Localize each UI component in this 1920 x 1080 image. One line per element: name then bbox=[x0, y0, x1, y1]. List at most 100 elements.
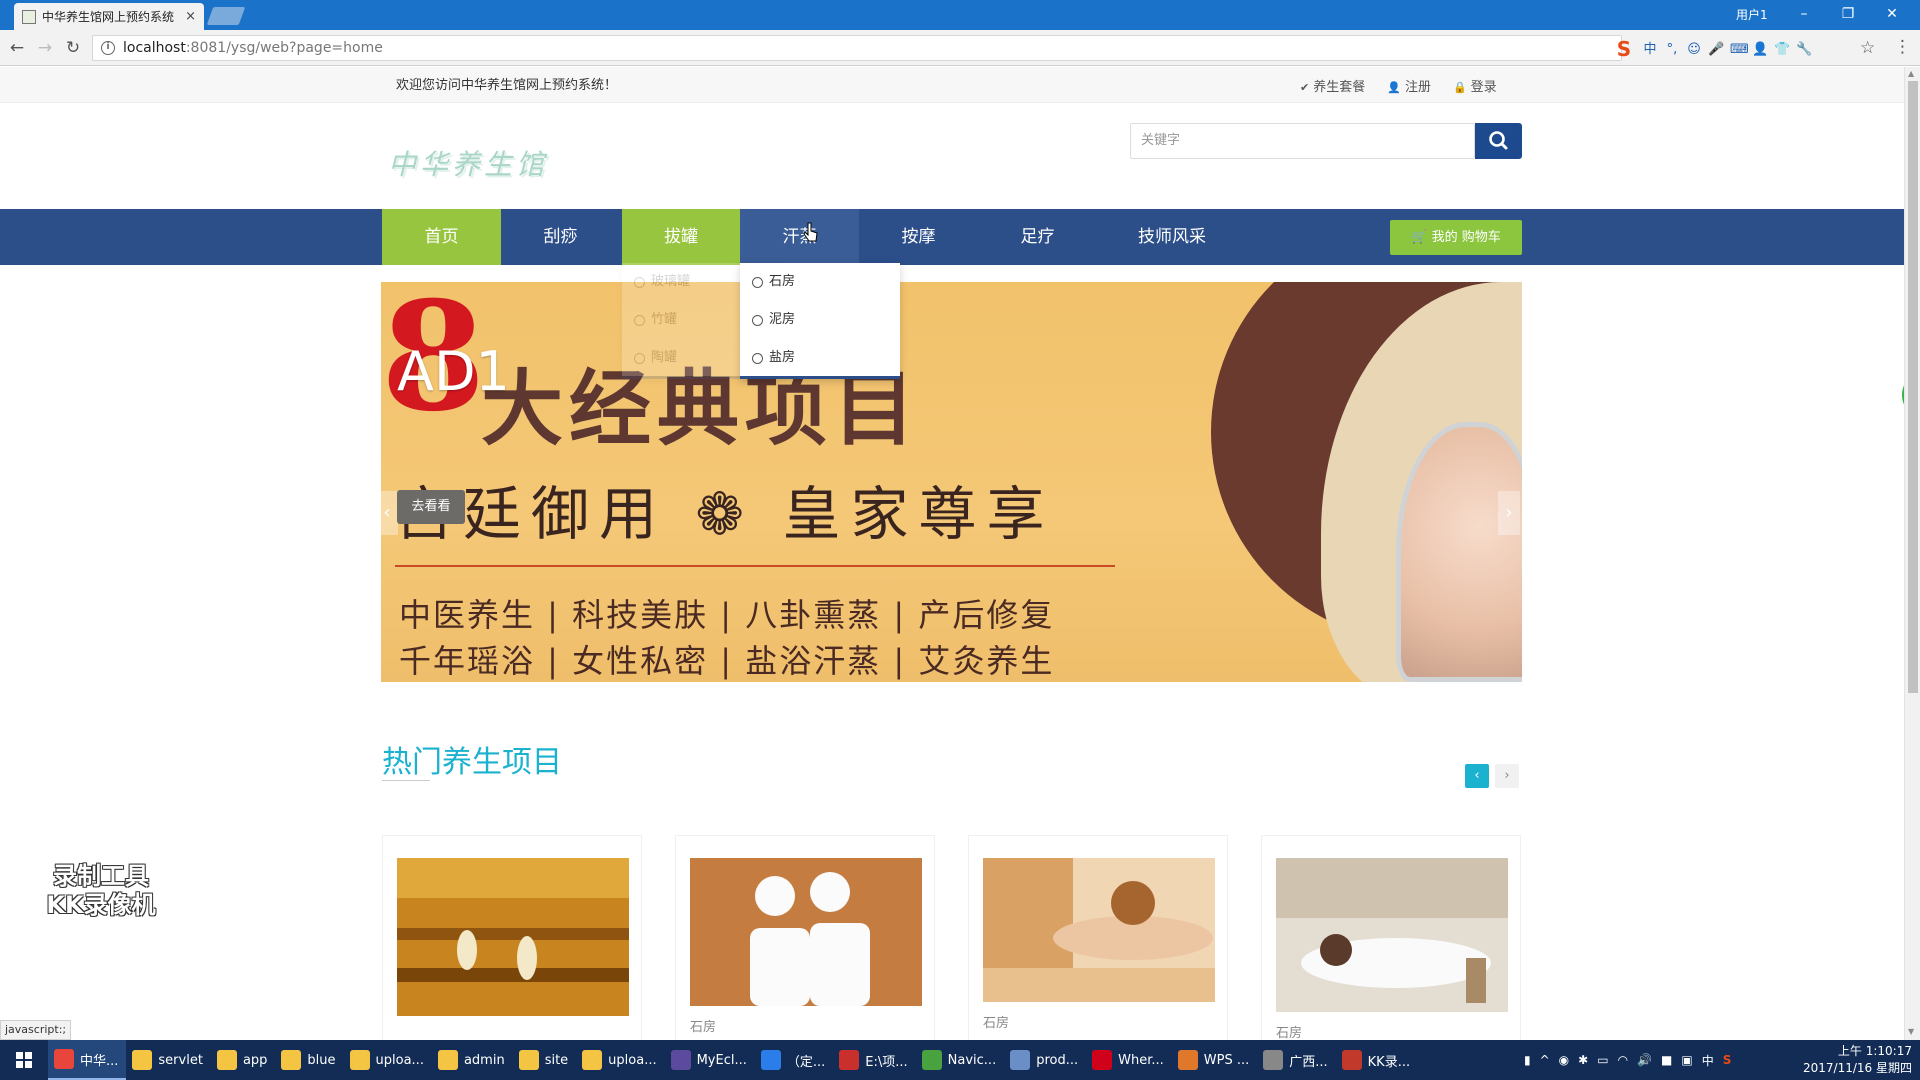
battery-icon[interactable]: ▮ bbox=[1524, 1053, 1531, 1067]
dropdown-item-mud-room[interactable]: 泥房 bbox=[740, 301, 900, 339]
cart-icon: 🛒 bbox=[1411, 230, 1432, 245]
ime-emoji-icon[interactable]: ☺ bbox=[1686, 42, 1702, 58]
taskbar-app[interactable]: admin bbox=[432, 1040, 513, 1080]
taskbar-app-label: uploa... bbox=[375, 1052, 424, 1068]
security-icon[interactable]: ◉ bbox=[1559, 1053, 1569, 1067]
link-register[interactable]: 👤 注册 bbox=[1387, 76, 1431, 95]
power-icon[interactable]: ▭ bbox=[1597, 1053, 1608, 1067]
url-input[interactable]: i localhost:8081/ysg/web?page=home bbox=[92, 35, 1622, 61]
kk-icon bbox=[1341, 1050, 1362, 1070]
carousel-next-button[interactable]: › bbox=[1495, 764, 1519, 788]
start-button[interactable] bbox=[0, 1040, 48, 1080]
hero-banner[interactable]: 8 大经典项目 AD1 宫廷御用 ❁ 皇家尊享 中医养生 | 科技美肤 | 八卦… bbox=[381, 282, 1522, 682]
bookmark-star-icon[interactable]: ☆ bbox=[1860, 38, 1875, 58]
taskbar-app[interactable]: site bbox=[513, 1040, 576, 1080]
nav-guasha[interactable]: 刮痧 bbox=[501, 209, 620, 265]
folder-icon bbox=[518, 1050, 539, 1070]
browser-tab[interactable]: 中华养生馆网上预约系统 × bbox=[14, 3, 204, 30]
minimize-button[interactable]: – bbox=[1784, 3, 1824, 25]
taskbar-app[interactable]: E:\项... bbox=[833, 1040, 915, 1080]
search-button[interactable] bbox=[1475, 123, 1522, 159]
close-tab-icon[interactable]: × bbox=[185, 9, 196, 24]
tab-title: 中华养生馆网上预约系统 bbox=[42, 10, 175, 24]
banner-prev-arrow[interactable]: ‹ bbox=[376, 491, 398, 535]
nav-massage[interactable]: 按摩 bbox=[859, 209, 978, 265]
banner-next-arrow[interactable]: › bbox=[1498, 491, 1520, 535]
reload-icon[interactable]: ↻ bbox=[62, 37, 84, 59]
new-tab-button[interactable] bbox=[206, 7, 246, 25]
taskbar-app[interactable]: Wher... bbox=[1086, 1040, 1172, 1080]
project-card[interactable]: 石房 bbox=[1261, 835, 1521, 1040]
sogou-tray-icon[interactable]: S bbox=[1723, 1053, 1732, 1067]
forward-arrow-icon[interactable]: → bbox=[34, 37, 56, 59]
taskbar-app[interactable]: （定... bbox=[755, 1040, 833, 1080]
project-card[interactable]: 石房 bbox=[675, 835, 935, 1040]
taskbar-app[interactable]: app bbox=[211, 1040, 275, 1080]
scroll-thumb[interactable] bbox=[1908, 81, 1918, 693]
volume-icon[interactable]: 🔊 bbox=[1637, 1053, 1652, 1067]
taskbar-app-label: site bbox=[544, 1052, 569, 1068]
windows-logo-icon bbox=[16, 1052, 32, 1068]
taskbar-app[interactable]: uploa... bbox=[576, 1040, 664, 1080]
dropdown-item-salt-room[interactable]: 盐房 bbox=[740, 339, 900, 377]
nav-technicians[interactable]: 技师风采 bbox=[1097, 209, 1247, 265]
nav-foot-therapy[interactable]: 足疗 bbox=[978, 209, 1097, 265]
ime-tools-icon[interactable]: 🔧 bbox=[1796, 42, 1812, 58]
taskbar-app-label: servlet bbox=[158, 1052, 203, 1068]
ime-user-icon[interactable]: 👤 bbox=[1752, 42, 1768, 58]
ime-punct-icon[interactable]: °, bbox=[1664, 42, 1680, 58]
app-tray-icon[interactable]: ■ bbox=[1661, 1053, 1672, 1067]
search-input[interactable]: 关键字 bbox=[1130, 123, 1475, 159]
link-login-label: 登录 bbox=[1470, 80, 1497, 95]
taskbar-app[interactable]: prod... bbox=[1004, 1040, 1086, 1080]
ime-voice-icon[interactable]: 🎤 bbox=[1708, 42, 1724, 58]
dropdown-item-label: 竹罐 bbox=[651, 312, 678, 327]
watermark-line: 录制工具 bbox=[53, 862, 149, 890]
browser-menu-icon[interactable]: ⋮ bbox=[1894, 37, 1911, 57]
banner-services-row: 千年瑶浴 | 女性私密 | 盐浴汗蒸 | 艾灸养生 bbox=[399, 642, 1055, 680]
system-clock[interactable]: 上午 1:10:17 2017/11/16 星期四 bbox=[1800, 1043, 1912, 1077]
restore-button[interactable]: ❐ bbox=[1828, 3, 1868, 25]
wps-writer-icon bbox=[760, 1050, 781, 1070]
taskbar-app[interactable]: servlet bbox=[126, 1040, 211, 1080]
carousel-prev-button[interactable]: ‹ bbox=[1465, 764, 1489, 788]
taskbar-app-label: admin bbox=[463, 1052, 505, 1068]
scroll-down-icon[interactable]: ▼ bbox=[1908, 1027, 1914, 1036]
nav-cupping[interactable]: 拔罐 bbox=[622, 209, 740, 265]
banner-go-button[interactable]: 去看看 bbox=[397, 490, 465, 524]
bullet-circle-icon bbox=[752, 352, 763, 364]
close-window-button[interactable]: ✕ bbox=[1872, 3, 1912, 25]
browser-user[interactable]: 用户1 bbox=[1736, 6, 1768, 23]
dropdown-item-stone-room[interactable]: 石房 bbox=[740, 263, 900, 301]
cart-button[interactable]: 🛒 我的 购物车 bbox=[1390, 220, 1522, 255]
nav-sauna[interactable]: 汗蒸 bbox=[740, 209, 859, 265]
taskbar-app[interactable]: MyEcl... bbox=[665, 1040, 755, 1080]
ime-chinese-icon[interactable]: 中 bbox=[1642, 42, 1658, 58]
taskbar-app[interactable]: 广西... bbox=[1257, 1040, 1335, 1080]
ime-indicator[interactable]: 中 bbox=[1702, 1052, 1714, 1069]
sogou-ime-icon[interactable]: S bbox=[1612, 38, 1636, 62]
link-login[interactable]: 🔒 登录 bbox=[1453, 76, 1497, 95]
taskbar-app[interactable]: KK录... bbox=[1336, 1040, 1418, 1080]
wifi-icon[interactable]: ◠ bbox=[1618, 1053, 1628, 1067]
scroll-up-icon[interactable]: ▲ bbox=[1908, 69, 1914, 78]
network-icon[interactable]: ▣ bbox=[1681, 1053, 1692, 1067]
taskbar-app[interactable]: blue bbox=[275, 1040, 343, 1080]
site-info-icon[interactable]: i bbox=[101, 41, 115, 55]
ime-keyboard-icon[interactable]: ⌨ bbox=[1730, 42, 1749, 58]
dropdown-item-label: 玻璃罐 bbox=[651, 274, 691, 289]
taskbar-app[interactable]: WPS ... bbox=[1172, 1040, 1257, 1080]
bluetooth-icon[interactable]: ✱ bbox=[1578, 1053, 1588, 1067]
taskbar-app[interactable]: 中华... bbox=[48, 1040, 127, 1080]
taskbar-app[interactable]: uploa... bbox=[344, 1040, 432, 1080]
back-arrow-icon[interactable]: ← bbox=[6, 37, 28, 59]
taskbar-app[interactable]: Navic... bbox=[916, 1040, 1005, 1080]
site-logo[interactable]: 中华养生馆 bbox=[388, 143, 548, 183]
page-scrollbar[interactable]: ▲ ▼ bbox=[1904, 67, 1920, 1040]
ime-skin-icon[interactable]: 👕 bbox=[1774, 42, 1790, 58]
project-card[interactable] bbox=[382, 835, 642, 1040]
nav-home[interactable]: 首页 bbox=[382, 209, 501, 265]
show-hidden-icons[interactable]: ^ bbox=[1540, 1053, 1550, 1067]
link-packages[interactable]: ✔ 养生套餐 bbox=[1300, 76, 1365, 95]
project-card[interactable]: 石房 bbox=[968, 835, 1228, 1040]
